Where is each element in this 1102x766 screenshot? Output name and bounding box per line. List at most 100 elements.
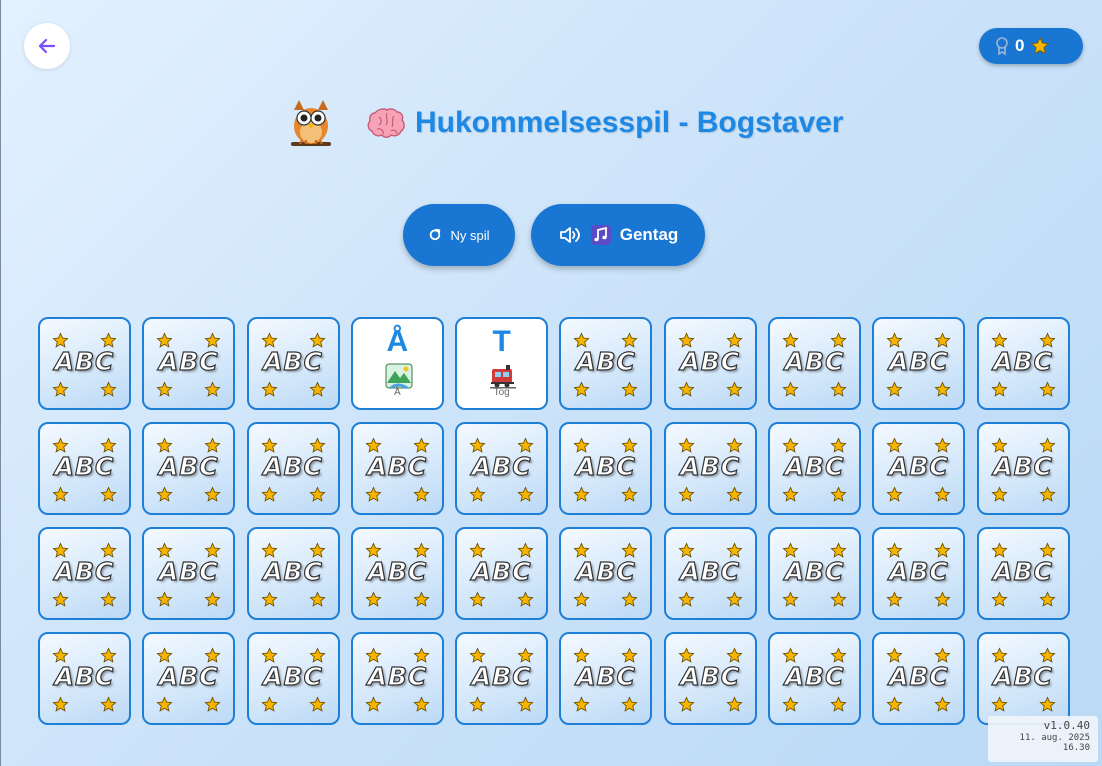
card-back-text: ABC (784, 556, 845, 586)
memory-card[interactable]: ABC (142, 317, 236, 410)
owl-icon (291, 100, 331, 146)
repeat-button[interactable]: Gentag (531, 204, 705, 266)
card-back-text: ABC (471, 451, 532, 481)
star-icon (413, 696, 430, 713)
star-icon (886, 381, 903, 398)
card-back-text: ABC (888, 346, 949, 376)
memory-card[interactable]: ABC (38, 422, 131, 515)
memory-card[interactable]: ABC (38, 527, 131, 620)
memory-card[interactable]: ABC (663, 422, 757, 515)
river-landscape-icon (385, 363, 413, 390)
card-back-text: ABC (784, 451, 845, 481)
star-icon (308, 696, 326, 713)
memory-card[interactable]: ABC (768, 317, 862, 410)
star-icon (573, 486, 591, 503)
star-icon (156, 696, 173, 713)
memory-card[interactable]: ABC (142, 632, 236, 725)
memory-card[interactable]: ABC (976, 317, 1070, 410)
memory-card[interactable]: ABC (559, 527, 653, 620)
star-icon (934, 591, 951, 608)
memory-card[interactable]: ABC (872, 632, 966, 725)
card-back-text: ABC (680, 451, 741, 481)
memory-card[interactable]: ABC (976, 527, 1070, 620)
memory-card[interactable]: ABC (559, 422, 653, 515)
memory-card[interactable]: ABC (663, 317, 757, 410)
star-icon (308, 486, 326, 503)
version-time: 16.30 (1062, 742, 1090, 753)
star-icon (204, 486, 221, 503)
card-back-text: ABC (263, 346, 323, 376)
memory-card[interactable]: ABC (976, 422, 1070, 515)
star-icon (678, 486, 695, 503)
memory-card[interactable]: ABC (38, 317, 131, 410)
memory-card[interactable]: ABC (976, 632, 1070, 725)
card-back-text: ABC (784, 346, 845, 376)
star-icon (886, 591, 903, 608)
star-icon (52, 381, 69, 398)
memory-card[interactable]: ABC (663, 632, 757, 725)
card-back-text: ABC (367, 661, 428, 691)
memory-card[interactable]: ABC (559, 317, 653, 410)
window-edge (0, 0, 1, 766)
memory-card[interactable]: ABC (455, 422, 549, 515)
back-button[interactable] (24, 23, 70, 69)
star-icon (726, 591, 743, 608)
card-back-text: ABC (263, 661, 323, 691)
memory-card[interactable]: ABC (872, 422, 966, 515)
arrow-left-icon (38, 38, 56, 54)
memory-card[interactable]: ABC (246, 317, 340, 410)
star-icon (934, 696, 951, 713)
star-icon (886, 696, 903, 713)
memory-card[interactable]: ABC (559, 632, 653, 725)
card-back-text: ABC (993, 556, 1054, 586)
star-icon (991, 381, 1008, 398)
card-back-text: ABC (888, 556, 949, 586)
star-icon (991, 591, 1008, 608)
star-icon (365, 696, 382, 713)
new-game-button[interactable]: Ny spil (403, 204, 515, 266)
card-back-text: ABC (888, 661, 949, 691)
card-back-text: ABC (575, 556, 636, 586)
card-back-text: ABC (680, 556, 741, 586)
card-back-text: ABC (993, 451, 1054, 481)
card-back-text: ABC (993, 346, 1054, 376)
star-icon (830, 591, 847, 608)
memory-card[interactable]: ABC (872, 317, 966, 410)
star-icon (156, 591, 173, 608)
memory-card[interactable]: ABC (350, 527, 444, 620)
memory-card[interactable]: ABC (142, 422, 236, 515)
version-date: 11. aug. 2025 (1019, 732, 1090, 743)
memory-card[interactable]: ABC (768, 527, 862, 620)
memory-card[interactable]: ABC (350, 632, 444, 725)
star-icon (678, 381, 695, 398)
star-icon (1039, 591, 1056, 608)
card-back-text: ABC (575, 451, 636, 481)
memory-card[interactable]: ABC (246, 527, 340, 620)
new-game-label: Ny spil (450, 227, 490, 243)
star-icon (830, 696, 847, 713)
memory-card[interactable]: ABC (768, 422, 862, 515)
star-icon (308, 591, 326, 608)
star-icon (726, 486, 743, 503)
star-icon (365, 591, 382, 608)
memory-card[interactable]: ABC (246, 632, 340, 725)
memory-card[interactable]: ABC (350, 422, 444, 515)
star-icon (100, 591, 117, 608)
star-icon (308, 381, 326, 398)
train-icon (489, 363, 517, 389)
card-back-text: ABC (158, 556, 219, 586)
memory-card[interactable]: ABC (142, 527, 236, 620)
memory-card[interactable]: ABC (663, 527, 757, 620)
memory-card[interactable]: ABC (246, 422, 340, 515)
title-row: Hukommelsesspil - Bogstaver (285, 96, 843, 150)
memory-card[interactable]: ÅÅ (350, 317, 444, 410)
memory-card[interactable]: ABC (872, 527, 966, 620)
memory-card[interactable]: T Tog (455, 317, 549, 410)
star-icon (260, 591, 278, 608)
memory-card[interactable]: ABC (455, 632, 549, 725)
memory-card[interactable]: ABC (768, 632, 862, 725)
star-icon (52, 591, 69, 608)
brain-icon (367, 108, 405, 138)
memory-card[interactable]: ABC (455, 527, 549, 620)
memory-card[interactable]: ABC (38, 632, 131, 725)
